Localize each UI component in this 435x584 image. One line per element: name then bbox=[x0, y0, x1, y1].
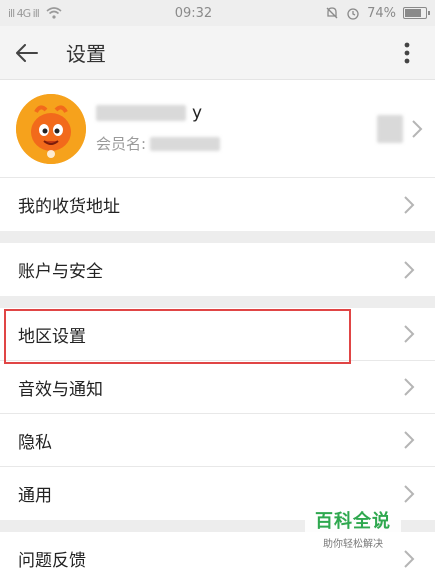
battery-percent: 74% bbox=[367, 5, 396, 21]
signal-indicator: ill 4G ill bbox=[8, 6, 40, 20]
more-options-button[interactable] bbox=[395, 35, 419, 71]
arrow-left-icon bbox=[16, 43, 38, 62]
profile-section: y 会员名: 我的收货地址 bbox=[0, 80, 435, 231]
settings-item-address[interactable]: 我的收货地址 bbox=[0, 178, 435, 231]
member-label: 会员名: bbox=[96, 135, 147, 153]
general-section: 地区设置 音效与通知 隐私 通用 bbox=[0, 308, 435, 520]
chevron-right-icon bbox=[404, 549, 415, 568]
status-left: ill 4G ill bbox=[8, 7, 62, 20]
watermark-subtitle: 助你轻松解决 bbox=[323, 539, 383, 550]
watermark-title: 百科全说 bbox=[315, 511, 391, 532]
wifi-icon bbox=[46, 7, 62, 19]
status-time: 09:32 bbox=[174, 5, 213, 21]
watermark: 百科全说 助你轻松解决 bbox=[305, 503, 401, 554]
settings-item-account-security[interactable]: 账户与安全 bbox=[0, 243, 435, 296]
settings-item-privacy[interactable]: 隐私 bbox=[0, 414, 435, 467]
page-title: 设置 bbox=[66, 42, 106, 66]
battery-icon bbox=[402, 7, 430, 19]
nickname-row: y bbox=[96, 103, 377, 123]
chevron-right-icon bbox=[404, 325, 415, 343]
profile-right bbox=[377, 114, 423, 143]
section-gap bbox=[0, 231, 435, 243]
member-row: 会员名: bbox=[96, 133, 377, 154]
chevron-right-icon bbox=[404, 195, 415, 214]
back-button[interactable] bbox=[16, 35, 52, 71]
app-bar: 设置 bbox=[0, 26, 435, 80]
alarm-icon bbox=[347, 8, 359, 20]
settings-item-sound-notify[interactable]: 音效与通知 bbox=[0, 361, 435, 414]
settings-item-label: 音效与通知 bbox=[18, 379, 103, 400]
status-bar: ill 4G ill 09:32 74% bbox=[0, 0, 435, 26]
chevron-right-icon bbox=[404, 431, 415, 449]
mascot-avatar-icon bbox=[16, 93, 86, 164]
settings-item-region[interactable]: 地区设置 bbox=[0, 308, 435, 361]
nickname-redacted bbox=[96, 105, 186, 121]
profile-card[interactable]: y 会员名: bbox=[0, 80, 435, 178]
qr-redacted bbox=[377, 114, 403, 143]
mute-icon bbox=[326, 7, 338, 19]
chevron-right-icon bbox=[404, 378, 415, 396]
settings-item-label: 通用 bbox=[18, 486, 52, 506]
status-right: 74% bbox=[325, 5, 430, 21]
chevron-right-icon bbox=[404, 260, 415, 279]
avatar bbox=[16, 93, 86, 164]
member-id-redacted bbox=[150, 136, 221, 151]
chevron-right-icon bbox=[404, 484, 415, 503]
section-gap bbox=[0, 296, 435, 308]
settings-item-label: 隐私 bbox=[18, 432, 52, 453]
settings-item-label: 问题反馈 bbox=[18, 551, 86, 571]
settings-item-label: 地区设置 bbox=[18, 326, 86, 347]
account-section: 账户与安全 bbox=[0, 243, 435, 296]
more-vertical-icon bbox=[404, 42, 410, 63]
settings-item-label: 我的收货地址 bbox=[18, 197, 120, 217]
settings-item-label: 账户与安全 bbox=[18, 262, 103, 282]
chevron-right-icon bbox=[412, 119, 423, 138]
profile-info: y 会员名: bbox=[96, 103, 377, 154]
nickname-suffix: y bbox=[192, 103, 203, 123]
